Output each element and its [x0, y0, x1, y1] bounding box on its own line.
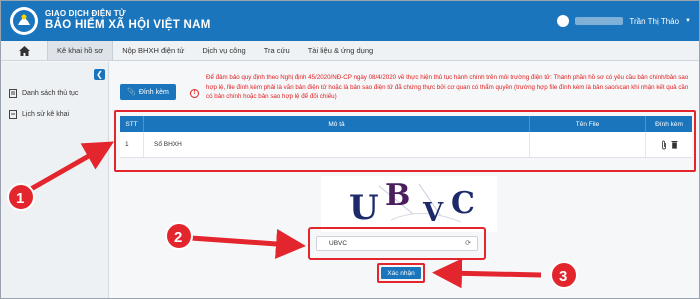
warning-icon: ! [190, 89, 199, 98]
user-name: Trần Thị Thảo [629, 16, 680, 26]
paperclip-icon: 📎 [127, 89, 136, 96]
redacted-user-id [575, 17, 624, 25]
cell-actions [646, 132, 692, 157]
cell-file-name [530, 132, 646, 157]
legal-notice: Để đảm bảo quy định theo Nghị định 45/20… [206, 74, 689, 100]
bhxh-logo [10, 7, 38, 35]
nav-tab-ke-khai-ho-so[interactable]: Kê khai hồ sơ [47, 41, 114, 60]
user-menu[interactable]: Trần Thị Thảo ▼ [557, 13, 691, 29]
refresh-icon[interactable]: ⟳ [465, 239, 471, 247]
paperclip-icon[interactable] [661, 140, 667, 150]
table-header: STT Mô tả Tên File Đính kèm [120, 116, 692, 132]
cell-description: Sổ BHXH [144, 132, 530, 157]
captcha-image: U B V C [321, 176, 497, 232]
sidebar-item-lich-su-ke-khai[interactable]: Lịch sử kê khai [9, 110, 69, 119]
main-content: 📎 Đính kèm ! Để đảm bảo quy định theo Ng… [110, 62, 699, 298]
captcha-letter: C [451, 186, 475, 221]
window: GIAO DỊCH ĐIỆN TỬ BẢO HIỂM XÃ HỘI VIỆT N… [0, 0, 700, 299]
captcha-letter: V [423, 198, 444, 228]
brand-line-2: BẢO HIỂM XÃ HỘI VIỆT NAM [45, 19, 211, 31]
col-header-ten-file: Tên File [530, 116, 646, 132]
trash-icon[interactable] [671, 140, 678, 149]
col-header-mo-ta: Mô tả [144, 116, 530, 132]
chevron-down-icon: ▼ [685, 18, 691, 24]
sidebar-item-danh-sach-thu-tuc[interactable]: Danh sách thủ tục [9, 89, 78, 98]
confirm-button[interactable]: Xác nhận [381, 267, 421, 279]
nav-tab-dich-vu-cong[interactable]: Dịch vụ công [193, 41, 254, 60]
captcha-input[interactable]: UBVC ⟳ [316, 236, 478, 251]
col-header-dinh-kem: Đính kèm [655, 120, 683, 128]
confirm-highlight: Xác nhận [377, 263, 425, 283]
col-header-stt: STT [120, 116, 144, 132]
nav-tab-tra-cuu[interactable]: Tra cứu [255, 41, 299, 60]
document-list-icon [9, 89, 17, 98]
sidebar: ❮ Danh sách thủ tục Lịch sử kê khai [1, 62, 109, 298]
sidebar-item-label: Lịch sử kê khai [22, 111, 70, 118]
attach-button[interactable]: 📎 Đính kèm [120, 84, 176, 100]
captcha-input-value: UBVC [329, 240, 348, 247]
history-icon [9, 110, 17, 119]
sidebar-item-label: Danh sách thủ tục [22, 90, 79, 97]
top-header: GIAO DỊCH ĐIỆN TỬ BẢO HIỂM XÃ HỘI VIỆT N… [1, 1, 699, 41]
attachment-table-highlight: STT Mô tả Tên File Đính kèm 1 Sổ BHXH [114, 110, 696, 172]
user-circle-icon [557, 15, 570, 27]
attach-button-label: Đính kèm [138, 88, 169, 96]
brand-line-1: GIAO DỊCH ĐIỆN TỬ [45, 9, 126, 18]
table-row: 1 Sổ BHXH [120, 132, 692, 158]
main-nav: Kê khai hồ sơ Nộp BHXH điện tử Dịch vụ c… [1, 41, 699, 61]
nav-tab-nop-bhxh[interactable]: Nộp BHXH điện tử [113, 41, 193, 60]
nav-tab-tai-lieu[interactable]: Tài liệu & ứng dụng [299, 41, 382, 60]
collapse-sidebar-icon[interactable]: ❮ [94, 69, 105, 80]
home-icon[interactable] [1, 41, 47, 60]
captcha-input-highlight: UBVC ⟳ [308, 227, 486, 260]
cell-stt: 1 [120, 132, 144, 157]
captcha-letter: U [349, 188, 379, 228]
captcha-letter: B [385, 178, 411, 213]
